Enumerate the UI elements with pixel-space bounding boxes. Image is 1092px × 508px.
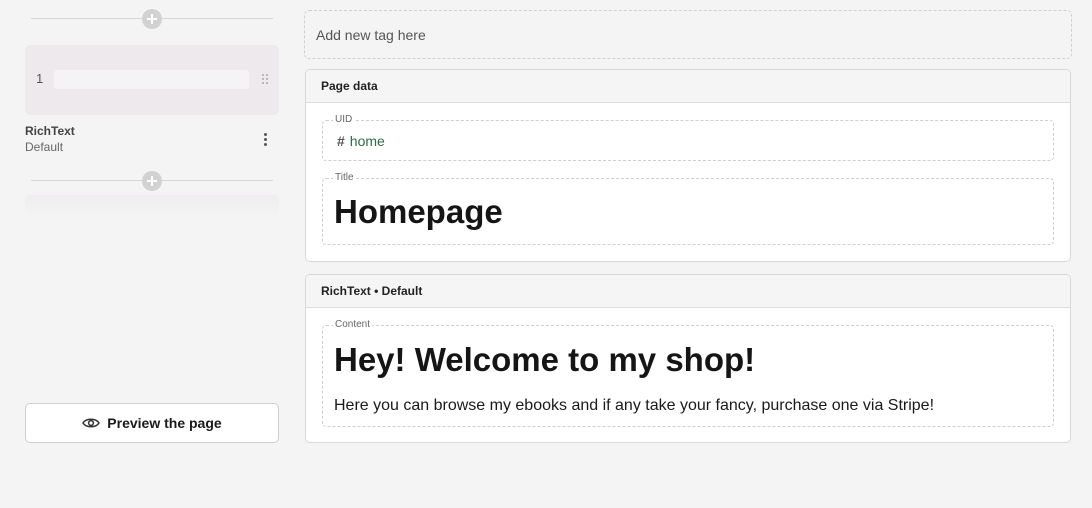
panel-title: RichText • Default [306, 275, 1070, 308]
content-field[interactable]: Content Hey! Welcome to my shop! Here yo… [322, 319, 1054, 427]
eye-icon [82, 418, 101, 428]
content-heading: Hey! Welcome to my shop! [334, 341, 756, 378]
content-label: Content [333, 319, 373, 331]
uid-value: home [349, 133, 385, 149]
plus-icon [147, 14, 157, 24]
title-field[interactable]: Title Homepage [322, 172, 1054, 245]
hash-icon: # [337, 133, 345, 149]
slice-preview-bar [54, 70, 249, 89]
slice-name: RichText [25, 124, 75, 138]
add-slice-bottom-button[interactable] [142, 171, 162, 191]
add-slice-top-button[interactable] [142, 9, 162, 29]
plus-icon [147, 176, 157, 186]
content-paragraph: Here you can browse my ebooks and if any… [334, 397, 935, 414]
slice-menu-icon[interactable] [258, 131, 272, 147]
uid-value-row: # home [337, 133, 385, 149]
drag-handle-icon[interactable] [261, 73, 269, 85]
slice-variation: Default [25, 140, 64, 154]
slice-sidebar: 1 RichText Default Preview the page [0, 0, 300, 508]
tag-input-placeholder: Add new tag here [316, 26, 426, 43]
slice-index: 1 [36, 71, 44, 86]
title-label: Title [333, 172, 356, 184]
slice-card[interactable]: 1 [25, 45, 279, 115]
page-data-panel: Page data UID # home Title Homepage [305, 69, 1071, 262]
slice-drop-placeholder [25, 195, 279, 217]
tag-input[interactable]: Add new tag here [304, 10, 1072, 59]
title-value: Homepage [334, 193, 503, 230]
panel-title: Page data [306, 70, 1070, 103]
uid-label: UID [333, 114, 355, 126]
uid-field[interactable]: UID # home [322, 114, 1054, 161]
richtext-panel: RichText • Default Content Hey! Welcome … [305, 274, 1071, 443]
preview-page-button[interactable]: Preview the page [25, 403, 279, 443]
preview-page-label: Preview the page [107, 415, 222, 431]
